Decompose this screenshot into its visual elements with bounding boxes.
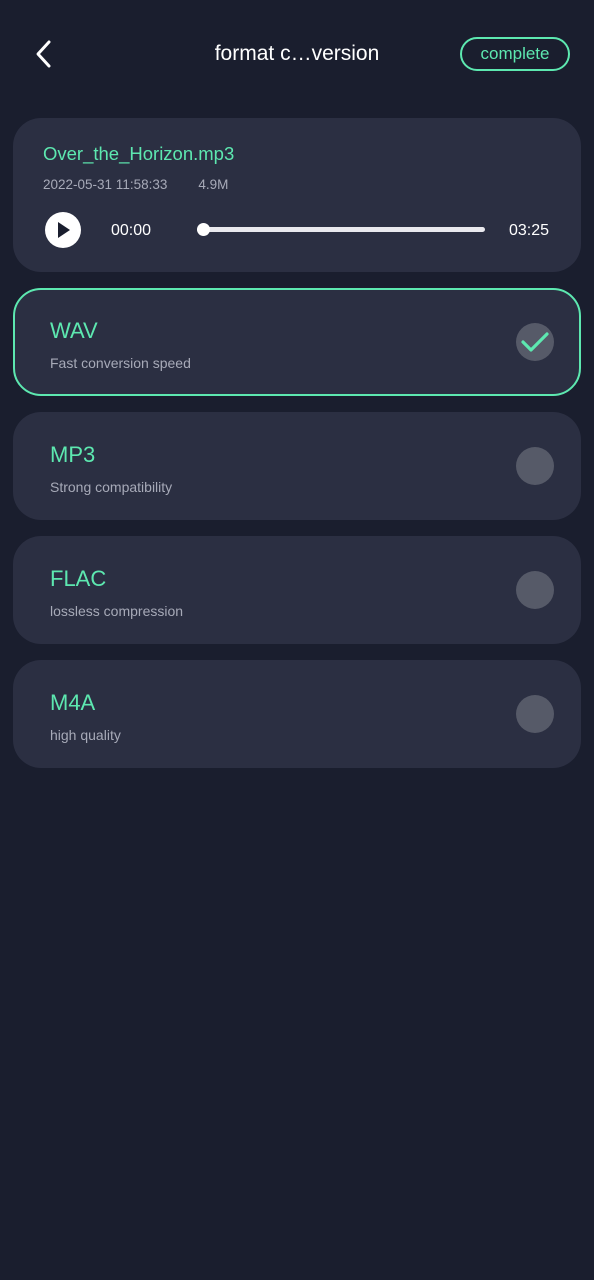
format-name: M4A: [50, 690, 96, 715]
total-time: 03:25: [509, 222, 550, 239]
back-button[interactable]: [26, 36, 62, 72]
format-option-mp3[interactable]: MP3 Strong compatibility: [13, 412, 581, 520]
format-option-content: FLAC lossless compression: [13, 536, 581, 644]
unselected-radio[interactable]: [516, 447, 554, 485]
format-option-content: WAV Fast conversion speed: [13, 288, 581, 396]
complete-button[interactable]: complete: [460, 37, 570, 71]
unselected-radio[interactable]: [516, 571, 554, 609]
chevron-left-icon: [36, 40, 51, 68]
format-option-content: MP3 Strong compatibility: [13, 412, 581, 520]
play-button[interactable]: [45, 212, 81, 248]
unselected-radio[interactable]: [516, 695, 554, 733]
file-date: 2022-05-31 11:58:33: [43, 177, 168, 192]
file-name: Over_the_Horizon.mp3: [43, 143, 235, 164]
format-option-flac[interactable]: FLAC lossless compression: [13, 536, 581, 644]
checkmark-icon: [521, 332, 549, 352]
format-name: FLAC: [50, 566, 107, 591]
format-description: lossless compression: [50, 603, 184, 619]
page-title: format c…version: [214, 42, 380, 65]
file-size: 4.9M: [198, 177, 229, 192]
format-option-wav[interactable]: WAV Fast conversion speed: [13, 288, 581, 396]
slider-thumb[interactable]: [197, 223, 210, 236]
file-meta: 2022-05-31 11:58:33 4.9M: [43, 177, 228, 192]
play-icon: [58, 222, 70, 238]
playback-slider[interactable]: [197, 223, 485, 236]
current-time: 00:00: [111, 222, 152, 239]
format-description: high quality: [50, 727, 121, 743]
format-name: WAV: [50, 318, 98, 343]
audio-file-card: Over_the_Horizon.mp3 2022-05-31 11:58:33…: [13, 118, 581, 272]
format-description: Strong compatibility: [50, 479, 173, 495]
app-header: format c…version complete: [0, 0, 594, 108]
format-description: Fast conversion speed: [50, 355, 191, 371]
selected-radio[interactable]: [516, 323, 554, 361]
format-name: MP3: [50, 442, 96, 467]
format-option-content: M4A high quality: [13, 660, 581, 768]
format-option-m4a[interactable]: M4A high quality: [13, 660, 581, 768]
